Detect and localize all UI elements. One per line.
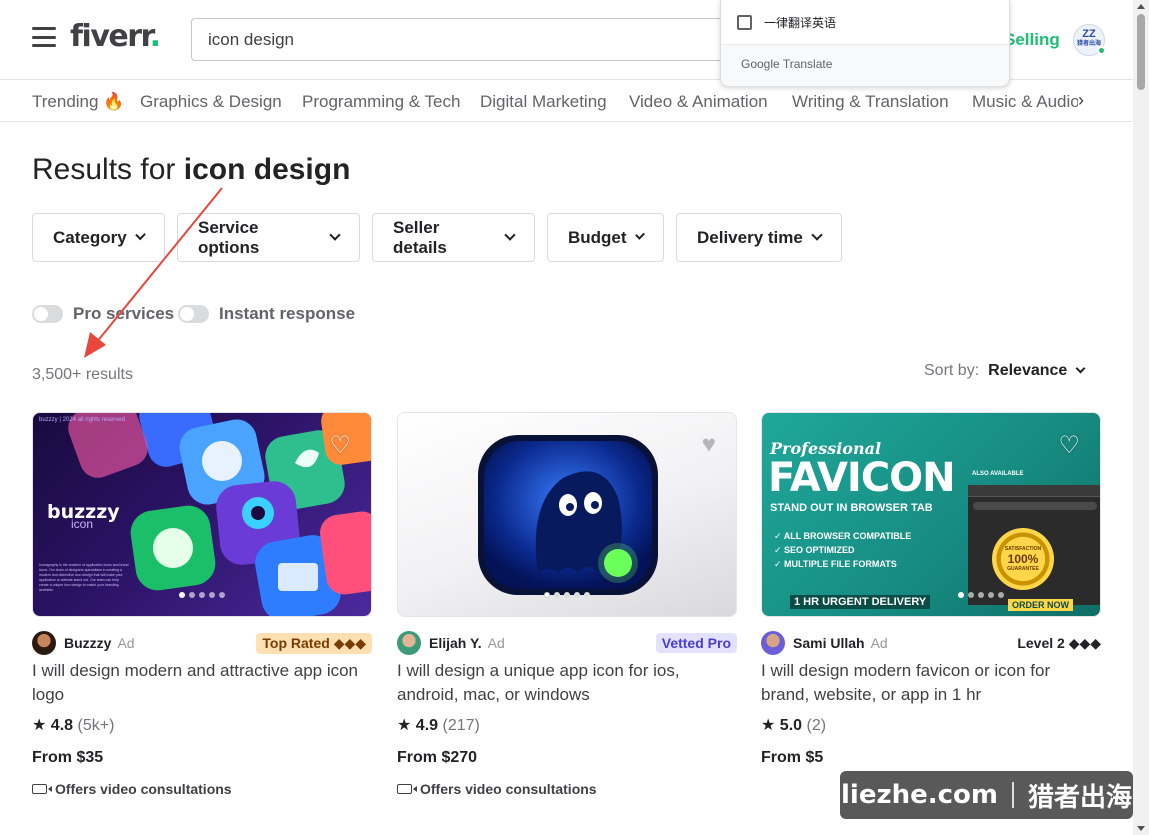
chevron-down-icon	[634, 229, 645, 241]
thumb-line: ✓ MULTIPLE FILE FORMATS	[774, 559, 897, 569]
category-programming-tech[interactable]: Programming & Tech	[302, 92, 460, 112]
scroll-thumb[interactable]	[1137, 14, 1145, 90]
gig-card[interactable]: buzzzy | 2024 all rights reserved buzzzy…	[32, 412, 372, 797]
carousel-dots[interactable]	[33, 592, 371, 598]
ad-label: Ad	[487, 635, 505, 651]
category-writing-translation[interactable]: Writing & Translation	[792, 92, 949, 112]
star-icon: ★	[761, 717, 776, 734]
chevron-down-icon	[1075, 363, 1086, 374]
gig-price[interactable]: From $35	[32, 749, 372, 767]
filter-budget[interactable]: Budget	[547, 213, 664, 262]
thumb-line: ✓ SEO OPTIMIZED	[774, 545, 855, 555]
video-icon	[397, 784, 417, 794]
search-input[interactable]	[191, 18, 731, 61]
user-avatar[interactable]: ZZ 猎者出海	[1073, 24, 1106, 56]
pro-services-toggle[interactable]	[32, 305, 63, 323]
seller-badge: Top Rated ◆◆◆	[256, 633, 372, 654]
thumb-header: buzzzy | 2024 all rights reserved	[39, 417, 125, 423]
category-trending[interactable]: Trending 🔥	[32, 92, 124, 112]
fiverr-logo[interactable]: fiverr.	[70, 19, 161, 54]
watermark: liezhe.com 猎者出海	[840, 771, 1133, 819]
seller-info: Sami Ullah Ad Level 2 ◆◆◆	[761, 629, 1101, 657]
always-translate-label: 一律翻译英语	[764, 16, 837, 30]
ad-label: Ad	[117, 635, 135, 651]
scroll-down-icon[interactable]	[1137, 826, 1145, 831]
checkbox-icon[interactable]	[737, 15, 752, 30]
google-translate-popup: 一律翻译英语 Google Translate	[720, 0, 1010, 86]
gig-thumbnail[interactable]: ♥	[397, 412, 737, 617]
page-scrollbar[interactable]	[1133, 0, 1149, 835]
gig-title[interactable]: I will design a unique app icon for ios,…	[397, 659, 737, 707]
online-status-icon	[1097, 46, 1106, 55]
chevron-down-icon	[329, 229, 341, 241]
category-digital-marketing[interactable]: Digital Marketing	[480, 92, 607, 112]
seller-avatar[interactable]	[761, 631, 785, 655]
seller-avatar[interactable]	[32, 631, 56, 655]
sort-dropdown[interactable]: Sort by: Relevance	[924, 362, 1086, 380]
gig-rating: ★ 5.0 (2)	[761, 717, 827, 734]
gig-thumbnail[interactable]: buzzzy | 2024 all rights reserved buzzzy…	[32, 412, 372, 617]
filter-service-options[interactable]: Service options	[177, 213, 360, 262]
instant-response-label: Instant response	[219, 304, 356, 323]
filter-delivery-time[interactable]: Delivery time	[676, 213, 842, 262]
gig-price[interactable]: From $5	[761, 749, 1101, 767]
thumb-blurb: Iconography is the creation of applicati…	[39, 563, 129, 592]
seller-badge: Level 2 ◆◆◆	[1017, 635, 1101, 651]
hamburger-icon[interactable]	[32, 27, 56, 47]
chevron-down-icon	[811, 229, 823, 241]
thumb-line: ✓ ALL BROWSER COMPATIBLE	[774, 531, 912, 541]
heart-icon[interactable]: ♡	[329, 431, 351, 460]
category-graphics-design[interactable]: Graphics & Design	[140, 92, 282, 112]
ghost-app-icon-illustration	[478, 435, 658, 595]
thumb-brand-subtext: icon	[71, 517, 94, 531]
chevron-down-icon	[134, 229, 146, 241]
gig-title[interactable]: I will design modern favicon or icon for…	[761, 659, 1101, 707]
gig-card[interactable]: Professional FAVICON STAND OUT IN BROWSE…	[761, 412, 1101, 767]
filter-seller-details[interactable]: Seller details	[372, 213, 535, 262]
fire-icon: 🔥	[103, 92, 125, 111]
page-title: Results for icon design	[32, 153, 351, 186]
gig-thumbnail[interactable]: Professional FAVICON STAND OUT IN BROWSE…	[761, 412, 1101, 617]
scroll-up-icon[interactable]	[1137, 4, 1145, 9]
seller-name[interactable]: Elijah Y.	[429, 635, 482, 651]
ad-label: Ad	[870, 635, 888, 651]
category-menu: Trending 🔥 Graphics & Design Programming…	[0, 81, 1133, 122]
video-consultation: Offers video consultations	[32, 781, 372, 797]
heart-icon[interactable]: ♡	[1058, 431, 1080, 460]
video-icon	[32, 784, 52, 794]
video-consultation: Offers video consultations	[397, 781, 737, 797]
category-video-animation[interactable]: Video & Animation	[629, 92, 768, 112]
gig-rating: ★ 4.9 (217)	[397, 717, 480, 734]
heart-icon[interactable]: ♥	[702, 431, 716, 459]
seller-name[interactable]: Buzzzy	[64, 635, 111, 651]
gig-price[interactable]: From $270	[397, 749, 737, 767]
chevron-down-icon	[504, 229, 516, 241]
seller-info: Buzzzy Ad Top Rated ◆◆◆	[32, 629, 372, 657]
instant-response-toggle[interactable]	[178, 305, 209, 323]
carousel-dots[interactable]	[398, 592, 736, 598]
always-translate-option[interactable]: 一律翻译英语	[737, 14, 836, 31]
guarantee-seal: SATISFACTION 100% GUARANTEE	[992, 528, 1054, 590]
google-translate-footer: Google Translate	[721, 44, 1009, 86]
gig-rating: ★ 4.8 (5k+)	[32, 717, 115, 734]
gig-card[interactable]: ♥ Elijah Y. Ad Vetted Pro I will design …	[397, 412, 737, 797]
pro-services-label: Pro services	[73, 304, 175, 323]
seller-info: Elijah Y. Ad Vetted Pro	[397, 629, 737, 657]
filter-category[interactable]: Category	[32, 213, 165, 262]
chevron-right-icon[interactable]: ›	[1078, 90, 1084, 111]
thumb-line: ALSO AVAILABLE	[972, 471, 1024, 477]
star-icon: ★	[397, 717, 412, 734]
thumb-headline: FAVICON	[768, 455, 956, 501]
carousel-dots[interactable]	[862, 592, 1100, 598]
thumb-line: STAND OUT IN BROWSER TAB	[770, 502, 933, 514]
seller-badge: Vetted Pro	[655, 633, 737, 653]
seller-name[interactable]: Sami Ullah	[793, 635, 865, 651]
gig-title[interactable]: I will design modern and attractive app …	[32, 659, 372, 707]
become-seller-link[interactable]: Selling	[1004, 30, 1060, 50]
results-count: 3,500+ results	[32, 366, 133, 383]
seller-avatar[interactable]	[397, 631, 421, 655]
thumb-line: ORDER NOW	[1008, 599, 1073, 611]
star-icon: ★	[32, 717, 47, 734]
category-music-audio[interactable]: Music & Audio	[972, 92, 1078, 112]
